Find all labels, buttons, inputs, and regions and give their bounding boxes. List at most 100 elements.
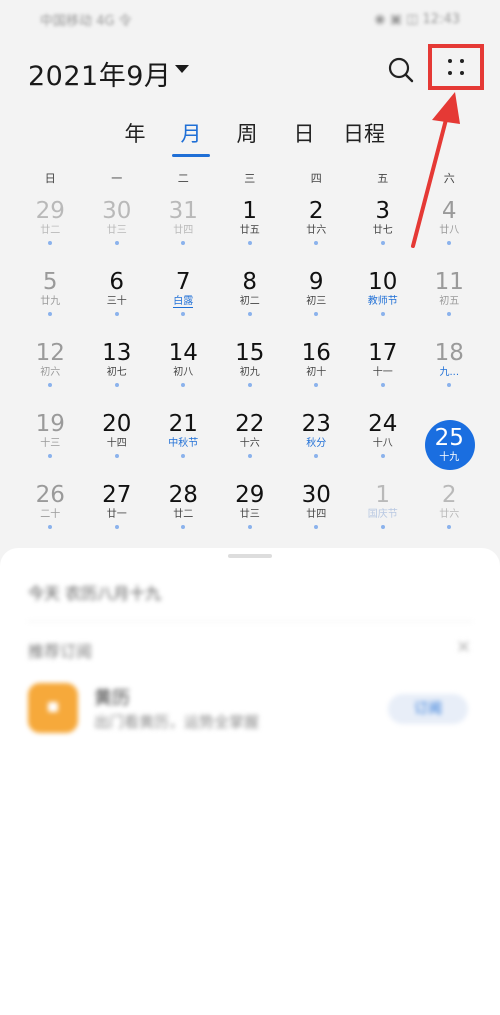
day-number: 9 <box>308 269 324 295</box>
lunar-text: 十六 <box>239 438 260 449</box>
day-cell[interactable]: 27 廿一 <box>84 481 151 552</box>
lunar-text: 初九 <box>239 367 260 378</box>
day-cell[interactable]: 14 初八 <box>150 339 217 410</box>
view-tab[interactable]: 年 <box>110 118 160 148</box>
day-cell-today[interactable]: 25 十九 <box>416 410 483 481</box>
day-number: 14 <box>168 340 198 366</box>
day-cell[interactable]: 11 初五 <box>416 268 483 339</box>
day-cell[interactable]: 2 廿六 <box>416 481 483 552</box>
day-cell[interactable]: 29 廿三 <box>217 481 284 552</box>
lunar-date: 初二 <box>217 296 284 308</box>
lunar-date: 白露 <box>150 296 217 308</box>
day-number: 2 <box>308 198 324 224</box>
day-cell[interactable]: 16 初十 <box>283 339 350 410</box>
subscribe-button[interactable]: 订阅 <box>388 694 468 724</box>
day-number: 5 <box>42 269 58 295</box>
day-cell[interactable]: 19 十三 <box>17 410 84 481</box>
day-cell[interactable]: 30 廿三 <box>84 197 151 268</box>
day-number: 2 <box>441 482 457 508</box>
more-dots-icon <box>445 56 467 78</box>
view-tab[interactable]: 周 <box>222 118 272 148</box>
weekday-label: 三 <box>244 172 256 185</box>
almanac-app-icon <box>28 683 78 733</box>
lunar-date: 廿五 <box>217 225 284 237</box>
day-cell[interactable]: 7 白露 <box>150 268 217 339</box>
day-cell[interactable]: 23 秋分 <box>283 410 350 481</box>
month-dropdown-icon[interactable] <box>175 65 189 73</box>
bottom-sheet[interactable]: 今天 农历八月十九 推荐订阅 × 黄历 出门看黄历，运势全掌握 订阅 <box>0 548 500 1015</box>
view-tab[interactable]: 日 <box>279 118 329 148</box>
day-cell[interactable]: 2 廿六 <box>283 197 350 268</box>
lunar-date: 国庆节 <box>350 509 417 521</box>
day-cell[interactable]: 1 国庆节 <box>350 481 417 552</box>
day-cell[interactable]: 12 初六 <box>17 339 84 410</box>
event-dot <box>48 454 53 458</box>
lunar-text: 二十 <box>40 509 61 520</box>
event-dot <box>314 454 319 458</box>
close-icon[interactable]: × <box>456 636 471 657</box>
lunar-date: 初七 <box>84 367 151 379</box>
event-dot <box>181 312 186 316</box>
day-cell[interactable]: 3 廿七 <box>350 197 417 268</box>
app-name: 黄历 <box>94 688 130 709</box>
day-cell[interactable]: 4 廿八 <box>416 197 483 268</box>
day-number: 23 <box>301 411 331 437</box>
day-number: 19 <box>35 411 65 437</box>
event-dot <box>48 241 53 245</box>
day-cell[interactable]: 18 九... <box>416 339 483 410</box>
event-dot <box>48 312 53 316</box>
day-number: 8 <box>242 269 258 295</box>
lunar-date: 初五 <box>416 296 483 308</box>
day-number: 27 <box>102 482 132 508</box>
lunar-date: 廿六 <box>283 225 350 237</box>
status-bar: 中国移动 4G 令 ◉ ▣ ◫ 12:43 <box>0 0 500 38</box>
day-cell[interactable]: 24 十八 <box>350 410 417 481</box>
lunar-date: 九... <box>416 367 483 379</box>
day-cell[interactable]: 31 廿四 <box>150 197 217 268</box>
lunar-date: 中秋节 <box>150 438 217 450</box>
day-cell[interactable]: 26 二十 <box>17 481 84 552</box>
lunar-text: 初五 <box>439 296 460 307</box>
view-tabs: 年月周日日程 <box>0 118 500 158</box>
day-number: 3 <box>375 198 391 224</box>
lunar-date: 廿二 <box>150 509 217 521</box>
lunar-date: 初十 <box>283 367 350 379</box>
day-cell[interactable]: 30 廿四 <box>283 481 350 552</box>
day-cell[interactable]: 1 廿五 <box>217 197 284 268</box>
view-tab[interactable]: 日程 <box>340 118 388 148</box>
day-number: 12 <box>35 340 65 366</box>
more-options-button[interactable] <box>428 44 484 90</box>
lunar-date: 廿二 <box>17 225 84 237</box>
today-lunar-text: 今天 农历八月十九 <box>28 584 162 603</box>
event-dot <box>48 383 53 387</box>
day-cell[interactable]: 17 十一 <box>350 339 417 410</box>
day-cell[interactable]: 5 廿九 <box>17 268 84 339</box>
lunar-text: 初二 <box>239 296 260 307</box>
day-cell[interactable]: 9 初三 <box>283 268 350 339</box>
event-dot <box>181 241 186 245</box>
day-cell[interactable]: 29 廿二 <box>17 197 84 268</box>
event-dot <box>314 312 319 316</box>
day-cell[interactable]: 28 廿二 <box>150 481 217 552</box>
day-cell[interactable]: 6 三十 <box>84 268 151 339</box>
day-cell[interactable]: 10 教师节 <box>350 268 417 339</box>
month-grid: 29 廿二 30 廿三 31 廿四 1 廿五 2 廿六 3 廿七 4 廿八 5 廿九 6 三十 7 白露 8 初二 9 初三 1… <box>17 197 483 552</box>
day-cell[interactable]: 8 初二 <box>217 268 284 339</box>
lunar-text: 九... <box>439 367 460 378</box>
day-cell[interactable]: 22 十六 <box>217 410 284 481</box>
month-title[interactable]: 2021年9月 <box>28 54 171 93</box>
day-cell[interactable]: 13 初七 <box>84 339 151 410</box>
day-number: 29 <box>235 482 265 508</box>
sheet-drag-handle[interactable] <box>228 554 272 558</box>
day-cell[interactable]: 20 十四 <box>84 410 151 481</box>
lunar-text: 初六 <box>40 367 61 378</box>
day-cell[interactable]: 15 初九 <box>217 339 284 410</box>
event-dot <box>380 312 385 316</box>
search-button[interactable] <box>385 54 417 86</box>
event-dot <box>247 454 252 458</box>
lunar-text: 廿七 <box>372 225 393 236</box>
day-cell[interactable]: 21 中秋节 <box>150 410 217 481</box>
search-icon <box>388 57 414 83</box>
view-tab[interactable]: 月 <box>166 118 216 148</box>
lunar-date: 初八 <box>150 367 217 379</box>
